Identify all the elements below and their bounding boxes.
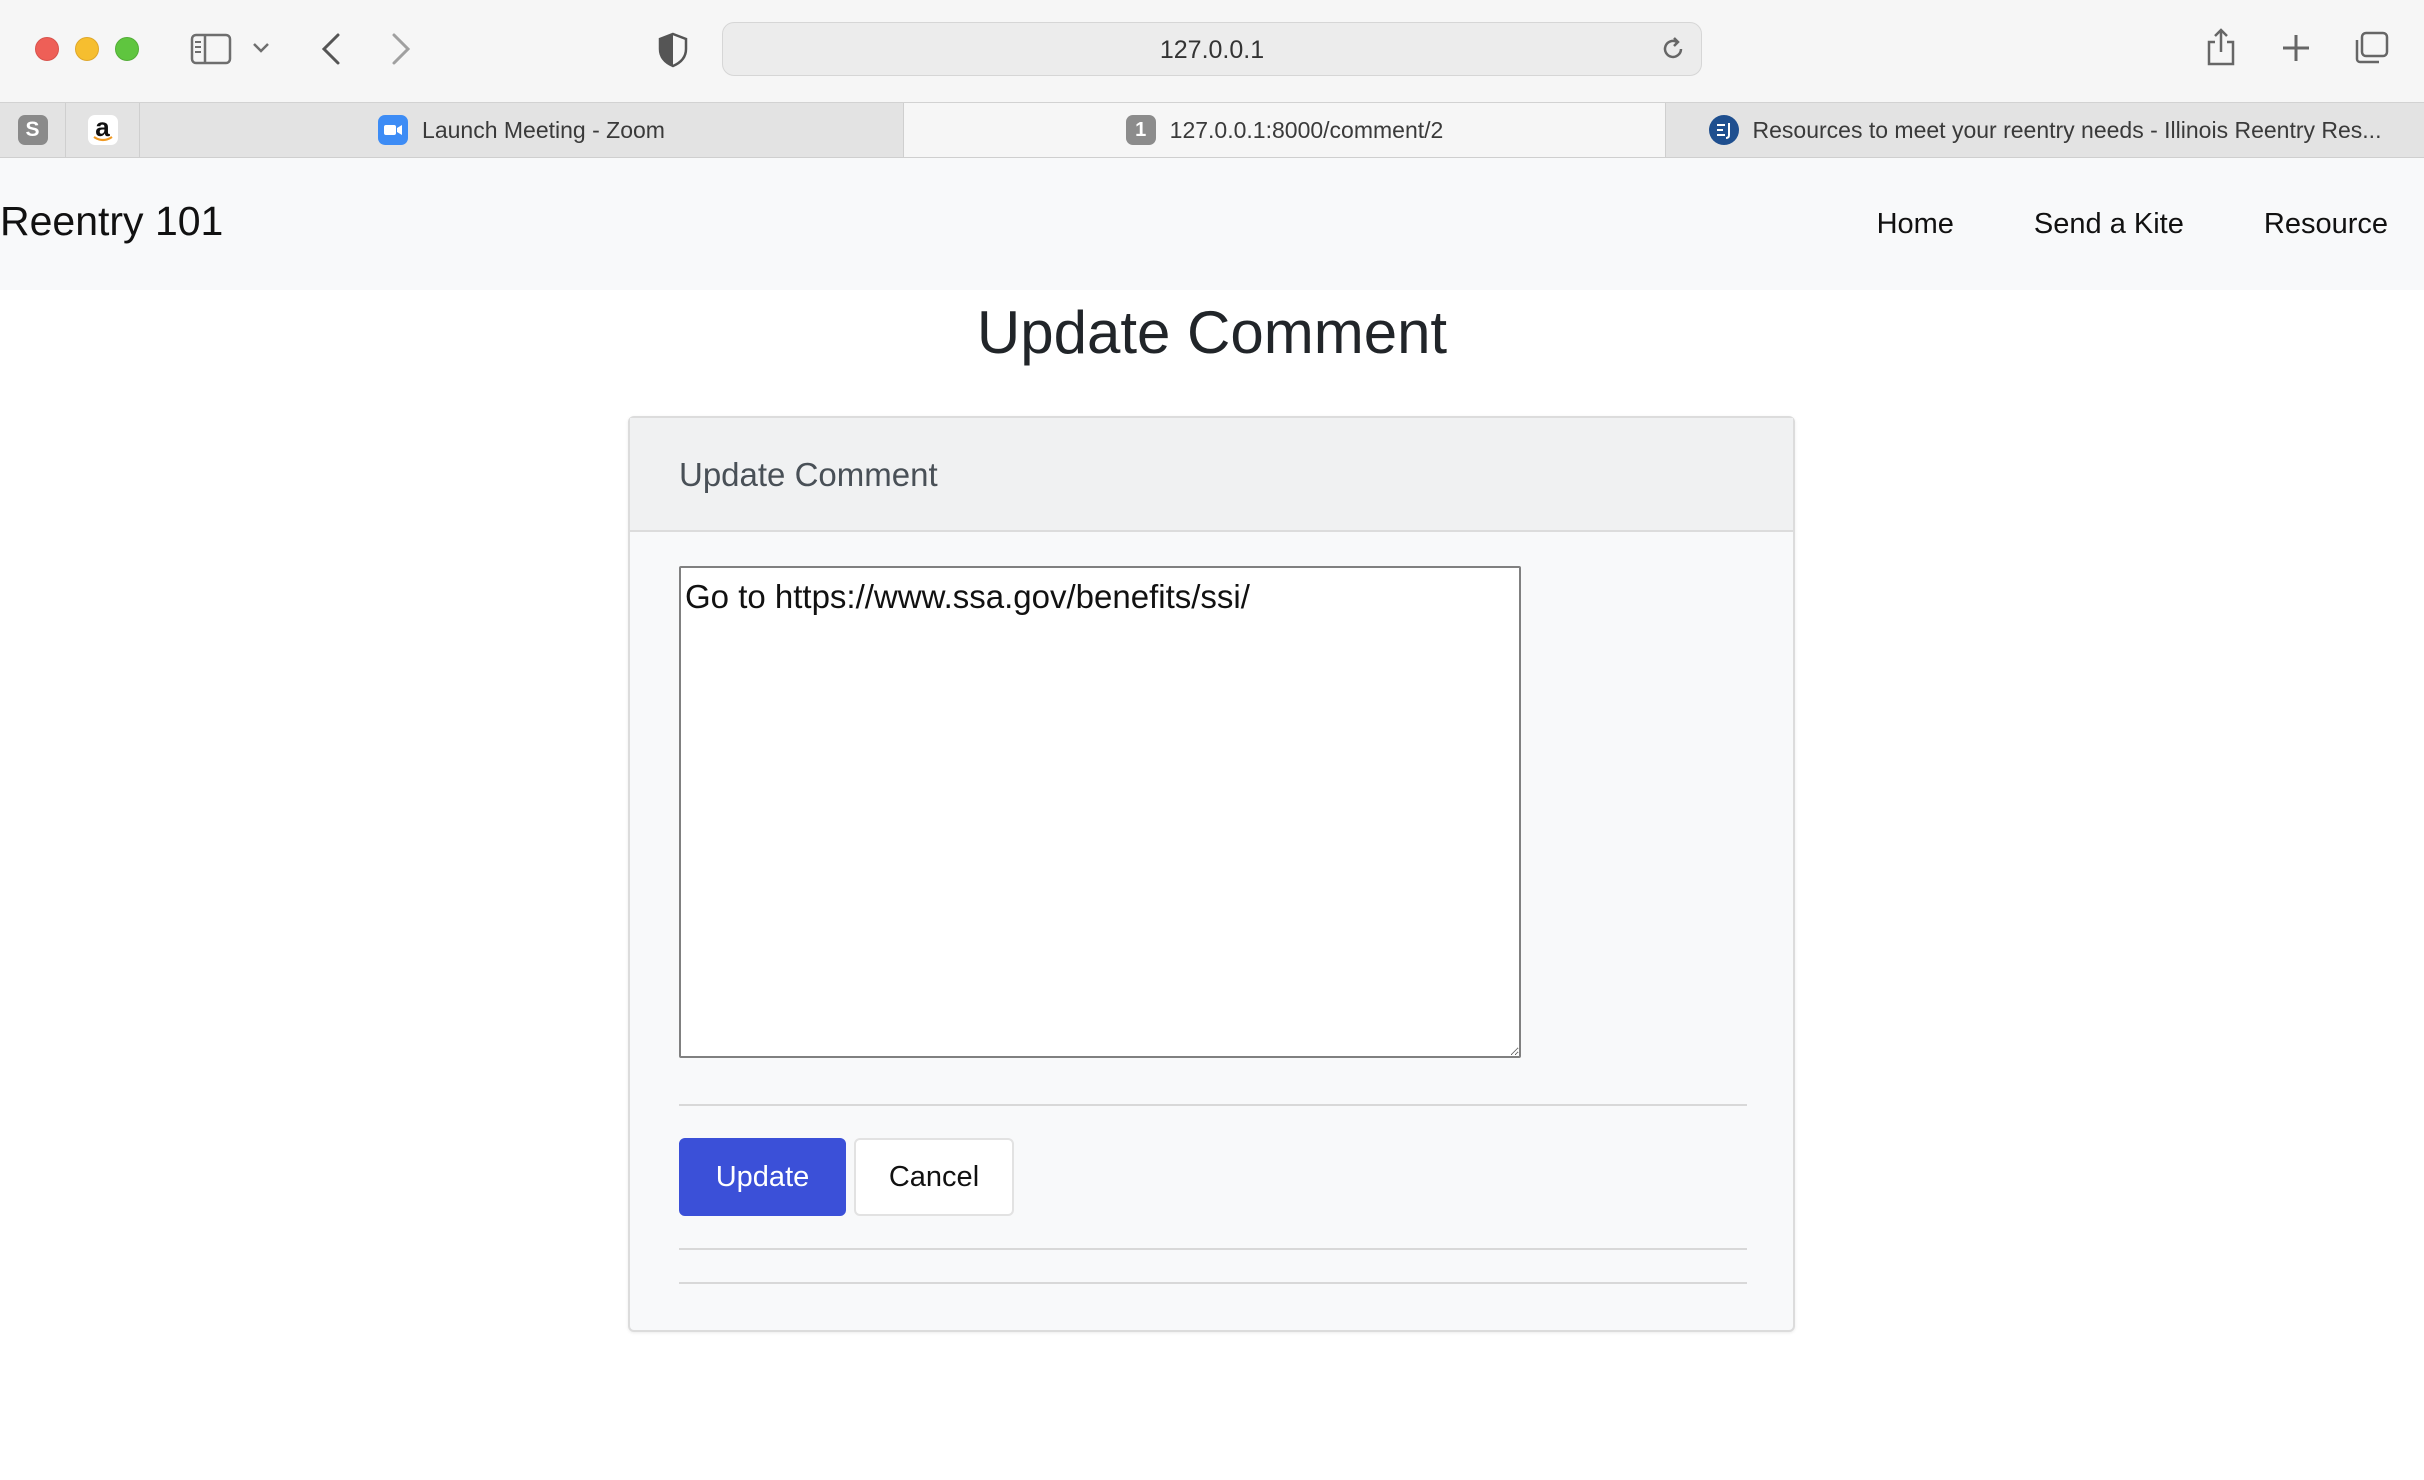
- tab-overview-icon[interactable]: [2352, 30, 2390, 66]
- card-header: Update Comment: [630, 418, 1793, 532]
- divider: [679, 1248, 1747, 1250]
- ejp-favicon-icon: [1708, 115, 1739, 145]
- back-arrow-icon[interactable]: [320, 32, 342, 66]
- nav-home-link[interactable]: Home: [1877, 208, 1954, 241]
- pinned-tab-amazon[interactable]: a: [66, 103, 140, 157]
- tab-illinois-reentry[interactable]: Resources to meet your reentry needs - I…: [1666, 103, 2424, 157]
- page-title: Update Comment: [976, 299, 1448, 366]
- tab-bar: S a Launch Meeting - Zoom 1 127.0.0.1:80…: [0, 102, 2424, 158]
- zoom-window-button[interactable]: [115, 37, 139, 61]
- divider: [679, 1104, 1747, 1106]
- tab-title: Launch Meeting - Zoom: [422, 116, 665, 143]
- pinned-tab-s[interactable]: S: [0, 103, 66, 157]
- nav-resource-link[interactable]: Resource: [2264, 208, 2388, 241]
- tab-title: Resources to meet your reentry needs - I…: [1752, 116, 2382, 143]
- browser-toolbar: 127.0.0.1: [0, 0, 2424, 102]
- zoom-icon: [378, 115, 409, 145]
- minimize-window-button[interactable]: [75, 37, 99, 61]
- site-navbar: Reentry 101 Home Send a Kite Resource: [0, 158, 2424, 290]
- update-comment-card: Update Comment Go to https://www.ssa.gov…: [628, 416, 1795, 1332]
- tab-title: 127.0.0.1:8000/comment/2: [1169, 116, 1444, 143]
- cancel-button[interactable]: Cancel: [854, 1138, 1014, 1216]
- share-icon[interactable]: [2204, 26, 2238, 68]
- close-window-button[interactable]: [35, 37, 59, 61]
- tab-comment[interactable]: 1 127.0.0.1:8000/comment/2: [904, 103, 1666, 157]
- address-bar[interactable]: 127.0.0.1: [722, 22, 1702, 76]
- forward-arrow-icon[interactable]: [390, 32, 412, 66]
- new-tab-plus-icon[interactable]: [2280, 32, 2312, 64]
- divider: [679, 1282, 1747, 1284]
- chevron-down-icon[interactable]: [252, 42, 270, 54]
- url-text: 127.0.0.1: [1159, 36, 1265, 64]
- reload-icon[interactable]: [1659, 35, 1687, 68]
- tab-zoom[interactable]: Launch Meeting - Zoom: [140, 103, 904, 157]
- amazon-favicon-icon: a: [87, 112, 118, 145]
- nav-links: Home Send a Kite Resource: [1877, 208, 2388, 241]
- update-button[interactable]: Update: [679, 1138, 846, 1216]
- privacy-shield-icon[interactable]: [658, 32, 688, 68]
- comment-textarea[interactable]: Go to https://www.ssa.gov/benefits/ssi/: [679, 566, 1521, 1058]
- number-favicon-icon: 1: [1125, 115, 1156, 145]
- s-favicon-icon: S: [17, 115, 48, 145]
- sidebar-toggle-icon[interactable]: [190, 32, 232, 66]
- nav-send-a-kite-link[interactable]: Send a Kite: [2034, 208, 2184, 241]
- site-brand[interactable]: Reentry 101: [0, 198, 223, 245]
